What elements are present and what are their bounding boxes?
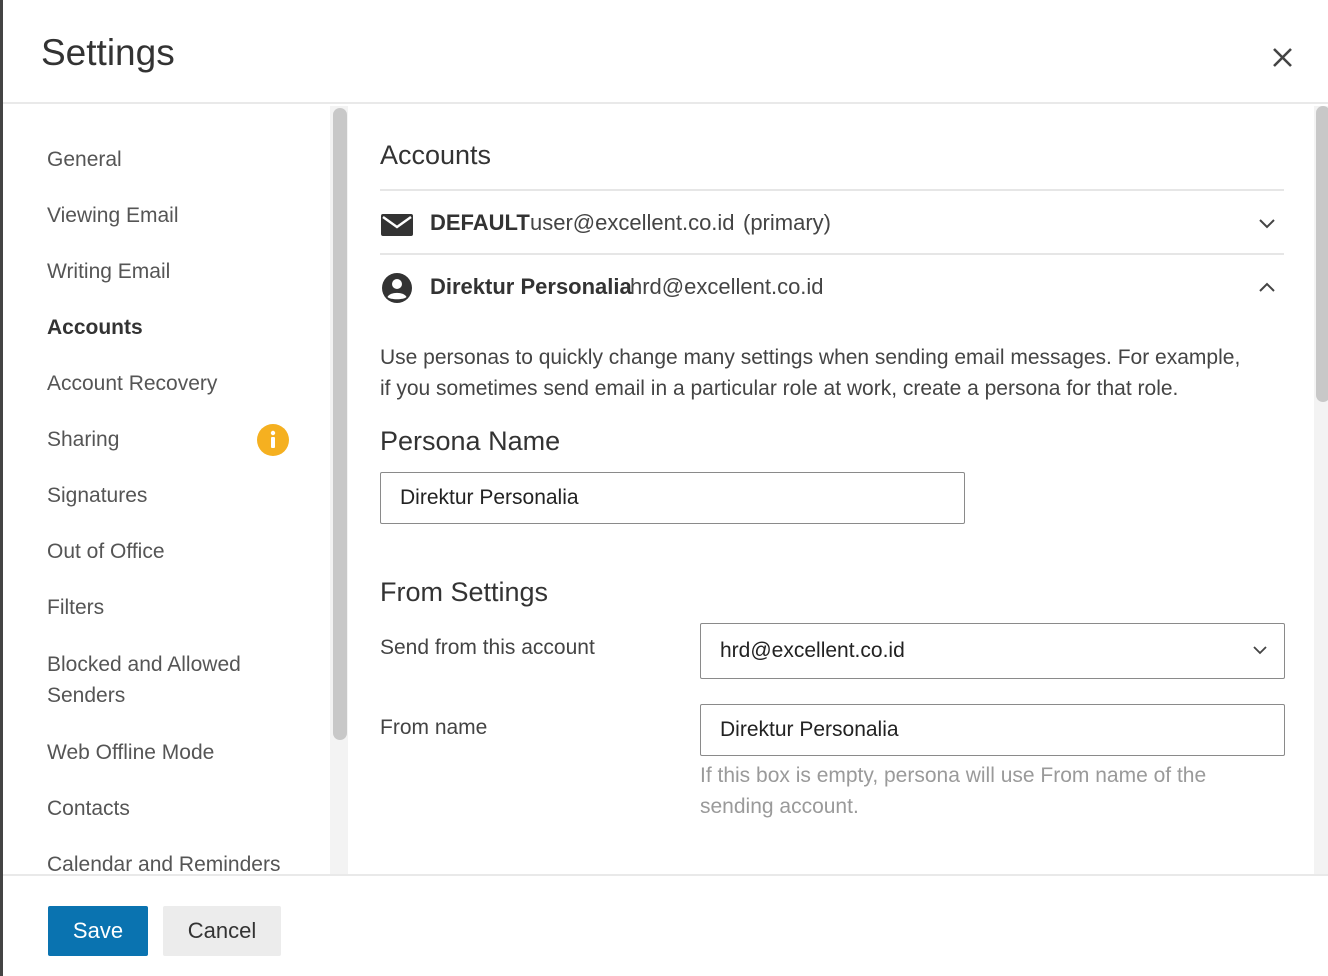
close-button[interactable] [1261, 38, 1301, 78]
account-primary-tag: (primary) [743, 210, 831, 235]
close-icon [1273, 48, 1292, 67]
from-name-label: From name [380, 716, 488, 739]
send-from-select[interactable]: hrd@excellent.co.id [700, 623, 1285, 679]
chevron-down-icon [1253, 646, 1267, 655]
account-row-default[interactable]: DEFAULT user@excellent.co.id (primary) [380, 192, 1284, 254]
from-settings-heading: From Settings [380, 577, 549, 607]
from-name-hint: If this box is empty, persona will use F… [700, 760, 1280, 822]
account-name: DEFAULT [430, 210, 530, 235]
person-circle-icon [382, 273, 412, 303]
from-name-input[interactable]: Direktur Personalia [700, 704, 1285, 756]
save-button[interactable]: Save [48, 906, 148, 956]
settings-dialog: Settings General Viewing Email Writing E… [0, 0, 1328, 976]
account-name: Direktur Personalia [430, 274, 632, 299]
dialog-header: Settings [3, 0, 1328, 104]
content-scrollbar-thumb[interactable] [1316, 106, 1328, 402]
accounts-heading: Accounts [380, 140, 492, 170]
persona-description-line: Use personas to quickly change many sett… [380, 346, 1241, 369]
chevron-down-icon [1259, 219, 1275, 229]
send-from-label: Send from this account [380, 636, 595, 659]
sidebar-item-web-offline-mode[interactable]: Web Offline Mode [47, 737, 214, 768]
persona-name-heading: Persona Name [380, 426, 561, 456]
account-row-persona[interactable]: Direktur Personalia hrd@excellent.co.id [380, 256, 1284, 318]
sidebar-item-signatures[interactable]: Signatures [47, 480, 147, 511]
info-icon[interactable] [257, 424, 289, 456]
chevron-up-icon [1259, 282, 1275, 292]
divider [380, 189, 1284, 191]
dialog-title: Settings [41, 32, 175, 73]
divider [380, 253, 1284, 255]
sidebar-item-writing-email[interactable]: Writing Email [47, 256, 170, 287]
account-email: user@excellent.co.id [530, 210, 735, 235]
sidebar-item-label: Blocked and Allowed [47, 653, 241, 676]
sidebar-item-contacts[interactable]: Contacts [47, 793, 130, 824]
cancel-button[interactable]: Cancel [163, 906, 281, 956]
persona-name-input[interactable]: Direktur Personalia [380, 472, 965, 524]
sidebar-item-filters[interactable]: Filters [47, 592, 104, 623]
from-name-hint-line: sending account. [700, 795, 859, 818]
sidebar-item-blocked-and-allowed-senders[interactable]: Blocked and Allowed Senders [47, 649, 241, 711]
sidebar-item-accounts[interactable]: Accounts [47, 312, 143, 343]
from-name-hint-line: If this box is empty, persona will use F… [700, 764, 1207, 787]
settings-sidebar: General Viewing Email Writing Email Acco… [3, 106, 348, 876]
sidebar-scrollbar-thumb[interactable] [333, 108, 347, 740]
send-from-value: hrd@excellent.co.id [720, 639, 905, 662]
sidebar-item-viewing-email[interactable]: Viewing Email [47, 200, 179, 231]
envelope-icon [381, 214, 413, 236]
sidebar-item-sharing[interactable]: Sharing [47, 424, 119, 455]
dialog-footer: Save Cancel [3, 874, 1328, 976]
sidebar-item-general[interactable]: General [47, 144, 122, 175]
persona-description-line: if you sometimes send email in a particu… [380, 377, 1179, 400]
settings-content: Accounts DEFAULT user@excellent.co.id (p… [348, 106, 1328, 874]
persona-description: Use personas to quickly change many sett… [380, 342, 1280, 404]
sidebar-item-account-recovery[interactable]: Account Recovery [47, 368, 217, 399]
sidebar-item-label: Senders [47, 684, 126, 707]
account-email: hrd@excellent.co.id [630, 274, 824, 299]
sidebar-item-out-of-office[interactable]: Out of Office [47, 536, 165, 567]
